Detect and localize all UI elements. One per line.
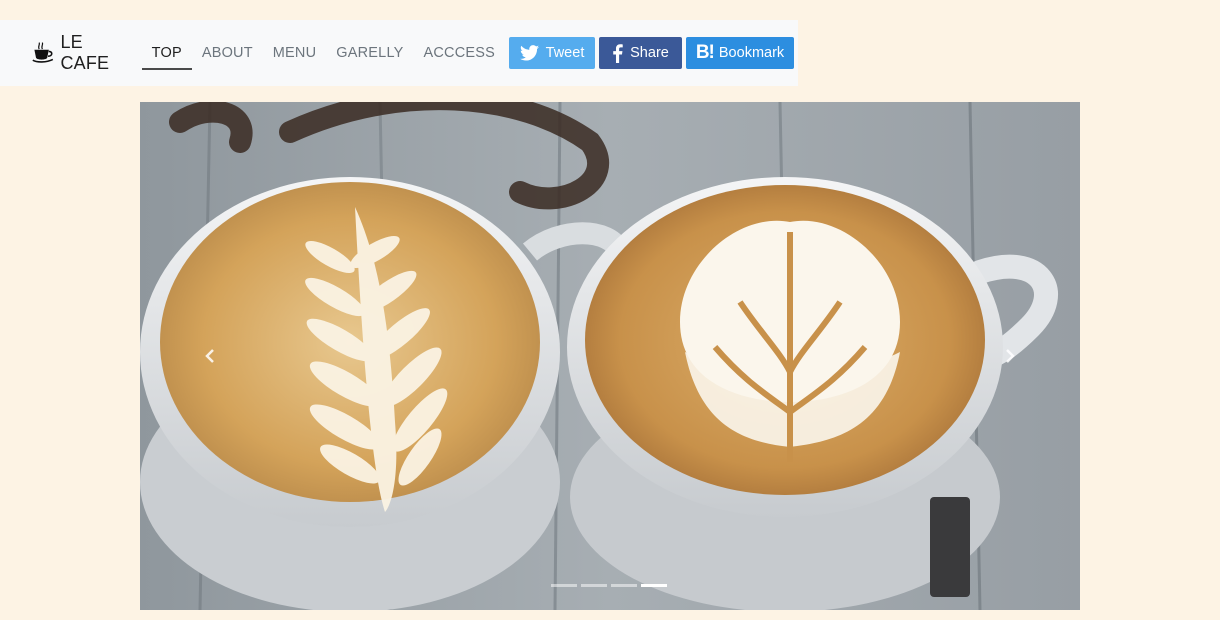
- carousel-prev-control[interactable]: [190, 338, 230, 374]
- nav-item-about[interactable]: ABOUT: [192, 20, 263, 86]
- nav-item-menu[interactable]: MENU: [263, 20, 327, 86]
- hatena-bookmark-button[interactable]: B! Bookmark: [686, 37, 794, 69]
- carousel-indicator[interactable]: [581, 584, 607, 587]
- navbar: LE CAFE TOP ABOUT MENU GARELLY ACCCESS T…: [0, 20, 798, 86]
- carousel-next-control[interactable]: [990, 338, 1030, 374]
- carousel-indicator[interactable]: [611, 584, 637, 587]
- facebook-f-icon: [612, 43, 623, 63]
- brand-link[interactable]: LE CAFE: [32, 32, 122, 74]
- carousel-indicators: [551, 584, 671, 587]
- carousel-indicator-active[interactable]: [641, 584, 667, 587]
- share-buttons: Tweet Share B! Bookmark: [509, 37, 798, 69]
- chevron-left-icon: [205, 349, 214, 363]
- nav-item-access[interactable]: ACCCESS: [414, 20, 506, 86]
- brand-name: LE CAFE: [60, 32, 110, 73]
- hero-carousel: [140, 102, 1080, 610]
- hatena-bookmark-label: Bookmark: [718, 45, 785, 61]
- nav-item-top[interactable]: TOP: [141, 20, 192, 86]
- chevron-right-icon: [1006, 349, 1015, 363]
- carousel-indicator[interactable]: [551, 584, 577, 587]
- coffee-cup-icon: [32, 42, 54, 63]
- twitter-bird-icon: [519, 45, 539, 61]
- tweet-button[interactable]: Tweet: [509, 37, 595, 69]
- facebook-share-button[interactable]: Share: [599, 37, 682, 69]
- nav-item-garelly[interactable]: GARELLY: [326, 20, 413, 86]
- tweet-label: Tweet: [545, 45, 585, 61]
- main-nav: TOP ABOUT MENU GARELLY ACCCESS: [141, 20, 506, 86]
- hatena-b-icon: B!: [695, 42, 715, 63]
- slide-image-latte-art: [140, 102, 1080, 610]
- facebook-share-label: Share: [630, 45, 669, 61]
